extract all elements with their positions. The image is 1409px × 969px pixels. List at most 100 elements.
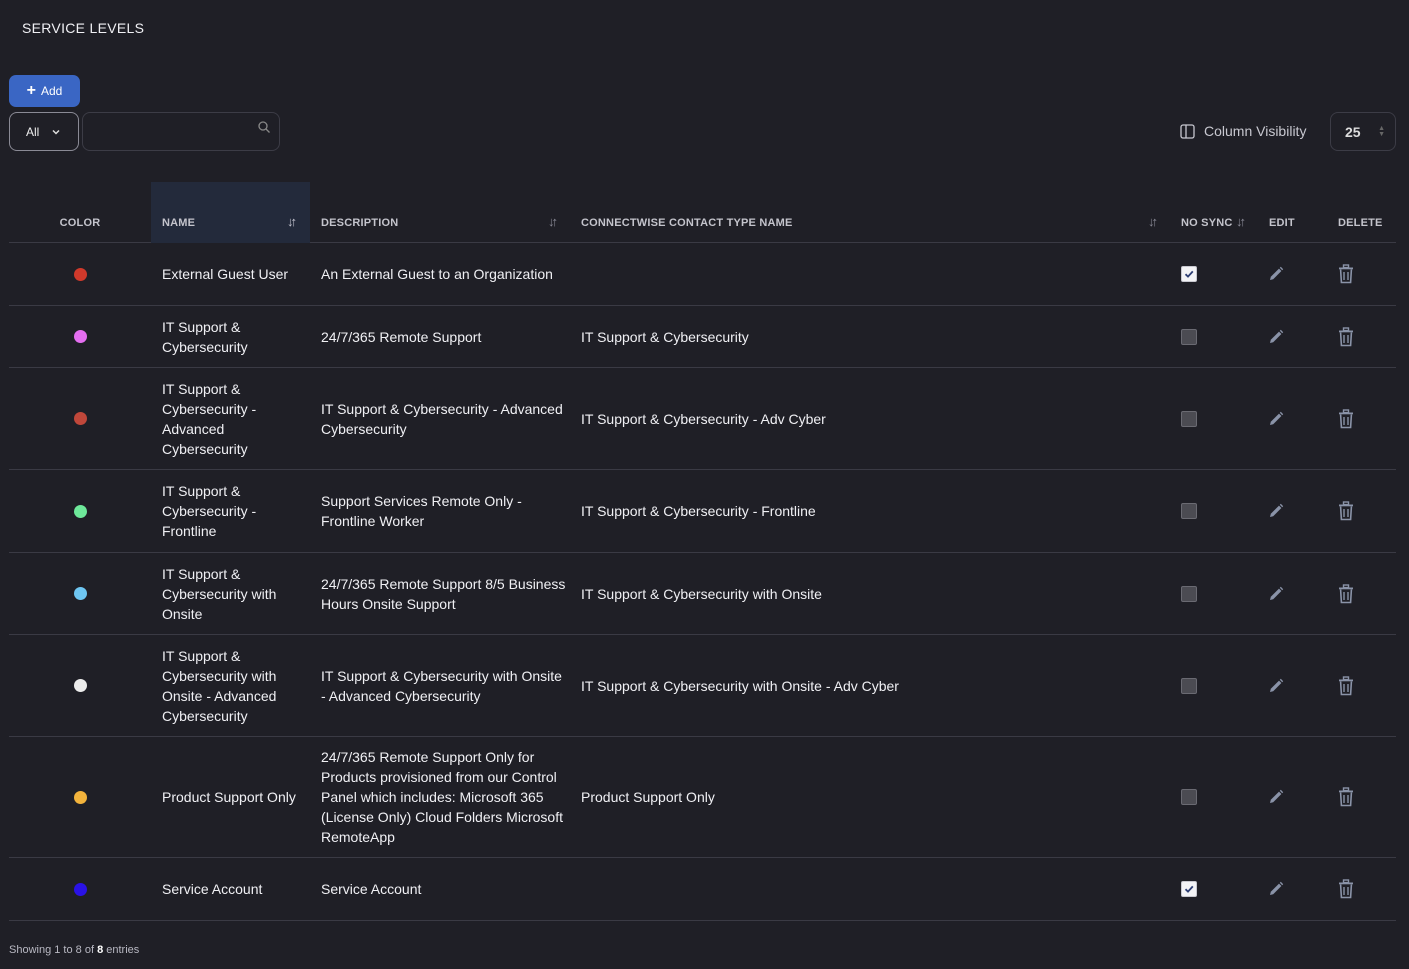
- table-row: IT Support & Cybersecurity - Frontline Su…: [9, 470, 1396, 553]
- table-info: Showing 1 to 8 of 8 entries: [9, 944, 139, 956]
- delete-cell: [1329, 470, 1396, 552]
- table-row: IT Support & Cybersecurity with Onsite -…: [9, 635, 1396, 737]
- contact-type-cell: [570, 858, 1171, 920]
- edit-cell: [1259, 470, 1329, 552]
- color-cell: [9, 470, 151, 552]
- sort-icon: ↓↑: [548, 214, 558, 229]
- trash-icon: [1339, 501, 1353, 521]
- delete-cell: [1329, 635, 1396, 736]
- columns-icon: [1180, 123, 1195, 139]
- name-cell: IT Support & Cybersecurity with Onsite: [162, 565, 277, 622]
- pencil-icon: [1270, 789, 1284, 803]
- edit-button[interactable]: [1267, 502, 1285, 520]
- name-cell: IT Support & Cybersecurity: [162, 318, 248, 355]
- page-size-value: 25: [1345, 123, 1361, 140]
- sort-icon: ↓↑: [1148, 214, 1158, 229]
- color-swatch: [73, 504, 87, 518]
- edit-button[interactable]: [1267, 328, 1285, 346]
- name-cell: IT Support & Cybersecurity - Advanced Cy…: [162, 380, 257, 457]
- header-name[interactable]: NAME ↓↑: [151, 182, 310, 243]
- no-sync-cell: [1171, 470, 1259, 552]
- search-input[interactable]: [83, 113, 279, 150]
- contact-type-cell: [570, 243, 1171, 305]
- header-color-label: COLOR: [59, 217, 101, 229]
- no-sync-checkbox[interactable]: [1181, 585, 1197, 602]
- delete-cell: [1329, 737, 1396, 857]
- header-no-sync-label: NO SYNC: [1181, 217, 1233, 229]
- search-box: [82, 112, 280, 151]
- color-cell: [9, 553, 151, 634]
- no-sync-checkbox[interactable]: [1181, 881, 1197, 897]
- no-sync-checkbox[interactable]: [1181, 410, 1197, 427]
- no-sync-cell: [1171, 243, 1259, 305]
- table-row: External Guest User An External Guest to …: [9, 243, 1396, 306]
- header-edit: EDIT: [1259, 182, 1329, 243]
- table-row: Service Account Service Account: [9, 858, 1396, 921]
- color-swatch: [73, 330, 87, 343]
- column-visibility-button[interactable]: Column Visibility: [1180, 122, 1306, 140]
- table-row: Product Support Only 24/7/365 Remote Supp…: [9, 737, 1396, 858]
- table-info-prefix: Showing 1 to 8 of: [9, 944, 95, 956]
- no-sync-checkbox[interactable]: [1181, 266, 1197, 282]
- edit-button[interactable]: [1267, 788, 1285, 806]
- edit-button[interactable]: [1267, 677, 1285, 695]
- no-sync-checkbox[interactable]: [1181, 503, 1197, 519]
- delete-cell: [1329, 368, 1396, 469]
- description-cell: Support Services Remote Only - Frontline…: [321, 493, 522, 529]
- delete-button[interactable]: [1337, 879, 1355, 899]
- plus-icon: +: [26, 81, 36, 99]
- edit-cell: [1259, 243, 1329, 305]
- delete-button[interactable]: [1337, 326, 1355, 347]
- color-cell: [9, 737, 151, 857]
- table-info-total: 8: [97, 944, 104, 956]
- trash-icon: [1339, 787, 1353, 807]
- color-swatch: [73, 679, 87, 692]
- check-icon: [1184, 885, 1194, 893]
- contact-type-cell: IT Support & Cybersecurity - Adv Cyber: [581, 410, 826, 427]
- delete-cell: [1329, 243, 1396, 305]
- delete-button[interactable]: [1337, 787, 1355, 807]
- table-row: IT Support & Cybersecurity - Advanced Cy…: [9, 368, 1396, 470]
- delete-button[interactable]: [1337, 264, 1355, 284]
- no-sync-checkbox[interactable]: [1181, 677, 1197, 694]
- add-button[interactable]: + Add: [9, 75, 80, 107]
- chevron-down-icon: [52, 129, 60, 135]
- pencil-icon: [1270, 503, 1284, 517]
- trash-icon: [1339, 879, 1353, 899]
- page-size-select[interactable]: 25 ▲ ▼: [1330, 112, 1396, 151]
- edit-cell: [1259, 635, 1329, 736]
- edit-button[interactable]: [1267, 265, 1285, 283]
- description-cell: 24/7/365 Remote Support: [321, 328, 482, 345]
- trash-icon: [1339, 675, 1353, 695]
- description-cell: IT Support & Cybersecurity with Onsite -…: [321, 667, 562, 704]
- delete-button[interactable]: [1337, 675, 1355, 696]
- no-sync-checkbox[interactable]: [1181, 789, 1197, 805]
- no-sync-cell: [1171, 553, 1259, 634]
- delete-button[interactable]: [1337, 501, 1355, 521]
- header-contact-type-label: CONNECTWISE CONTACT TYPE NAME: [581, 217, 793, 229]
- edit-button[interactable]: [1267, 410, 1285, 428]
- pencil-icon: [1270, 266, 1284, 280]
- header-no-sync[interactable]: NO SYNC ↓↑: [1171, 182, 1259, 243]
- edit-button[interactable]: [1267, 585, 1285, 603]
- edit-cell: [1259, 858, 1329, 920]
- filter-select-value: All: [26, 124, 40, 139]
- filter-select[interactable]: All: [9, 112, 79, 151]
- edit-button[interactable]: [1267, 880, 1285, 898]
- delete-button[interactable]: [1337, 408, 1355, 429]
- trash-icon: [1339, 583, 1353, 603]
- delete-button[interactable]: [1337, 583, 1355, 604]
- check-icon: [1184, 270, 1194, 278]
- page-title: SERVICE LEVELS: [22, 20, 145, 36]
- description-cell: IT Support & Cybersecurity - Advanced Cy…: [321, 400, 563, 437]
- contact-type-cell: IT Support & Cybersecurity: [581, 328, 749, 345]
- column-visibility-label: Column Visibility: [1204, 123, 1307, 139]
- header-color[interactable]: COLOR: [9, 182, 151, 243]
- header-edit-label: EDIT: [1269, 217, 1295, 229]
- description-cell: 24/7/365 Remote Support 8/5 Business Hou…: [321, 575, 566, 612]
- header-description[interactable]: DESCRIPTION ↓↑: [310, 182, 570, 243]
- no-sync-checkbox[interactable]: [1181, 328, 1197, 345]
- color-swatch: [73, 412, 87, 425]
- pencil-icon: [1270, 678, 1284, 692]
- header-contact-type[interactable]: CONNECTWISE CONTACT TYPE NAME ↓↑: [570, 182, 1171, 243]
